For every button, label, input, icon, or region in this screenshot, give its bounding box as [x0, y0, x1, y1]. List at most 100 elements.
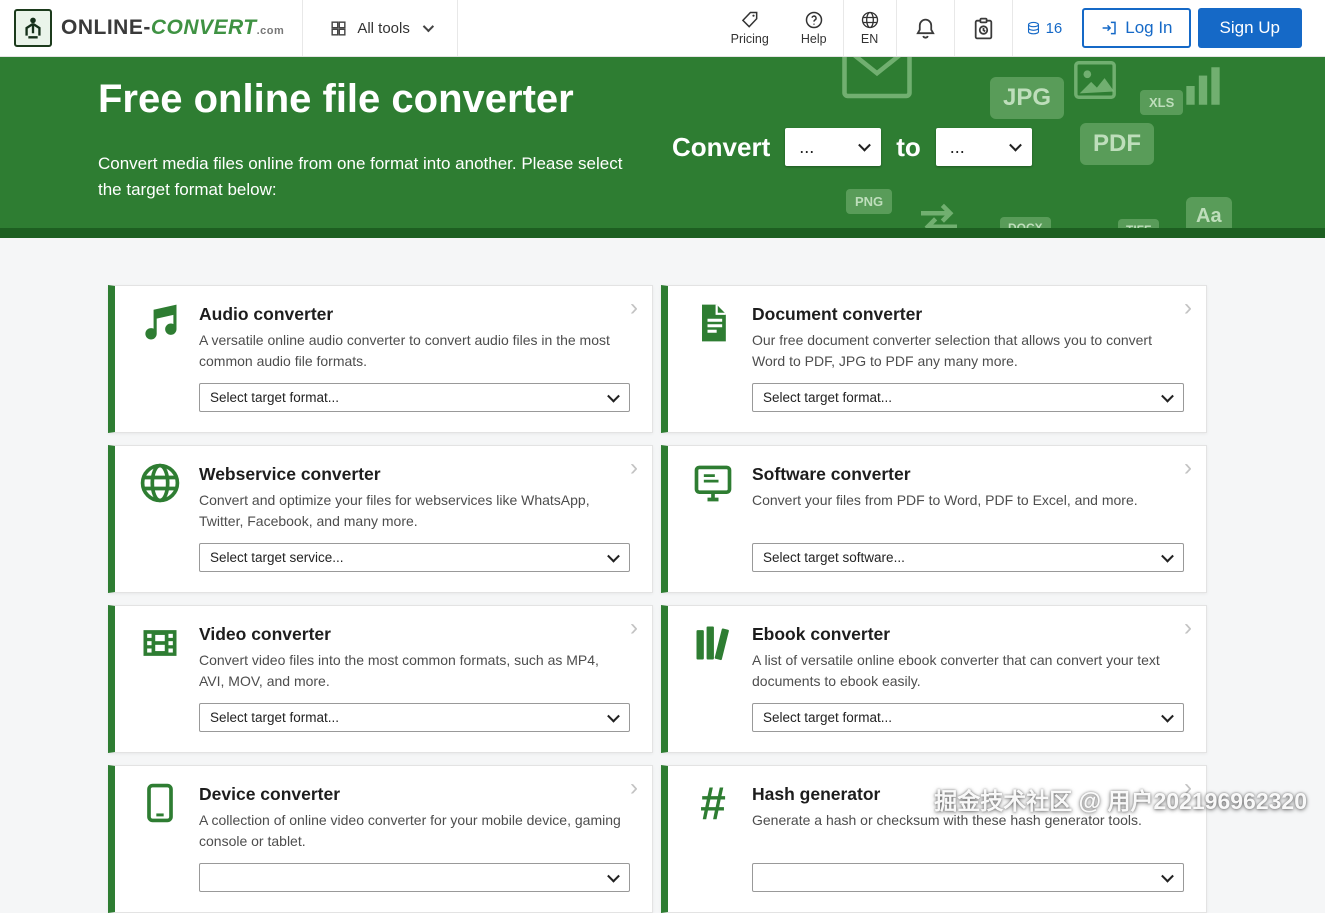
target-select-wrap	[752, 863, 1184, 892]
card-audio-converter: Audio converter A versatile online audio…	[108, 285, 653, 433]
convert-to-select[interactable]: ...	[936, 128, 1032, 166]
target-select-wrap	[199, 863, 630, 892]
all-tools-menu[interactable]: All tools	[302, 0, 458, 56]
price-tag-icon	[740, 10, 760, 30]
software-target-select[interactable]: Select target software...	[752, 543, 1184, 572]
film-icon	[138, 621, 182, 665]
card-description: Generate a hash or checksum with these h…	[752, 810, 1184, 831]
credits-value: 16	[1046, 20, 1063, 37]
card-software-converter: Software converter Convert your files fr…	[661, 445, 1207, 593]
hash-target-select[interactable]	[752, 863, 1184, 892]
chevron-right-icon[interactable]: ›	[1184, 296, 1192, 320]
envelope-icon	[838, 57, 916, 109]
card-hash-generator: # Hash generator Generate a hash or chec…	[661, 765, 1207, 913]
convert-label: Convert	[672, 132, 770, 163]
chevron-right-icon[interactable]: ›	[1184, 776, 1192, 800]
hero-bottom-strip	[0, 228, 1325, 238]
card-document-converter: Document converter Our free document con…	[661, 285, 1207, 433]
card-description: Convert and optimize your files for webs…	[199, 490, 630, 531]
chevron-right-icon[interactable]: ›	[1184, 616, 1192, 640]
logo-mark-icon	[14, 9, 52, 47]
page-subtitle: Convert media files online from one form…	[98, 151, 630, 204]
document-target-format-select[interactable]: Select target format...	[752, 383, 1184, 412]
card-title[interactable]: Audio converter	[199, 304, 630, 325]
card-title[interactable]: Document converter	[752, 304, 1184, 325]
credits-counter[interactable]: 16	[1012, 0, 1075, 56]
image-file-icon	[1072, 57, 1118, 103]
top-header: ONLINE-CONVERT.com All tools Pricing Hel…	[0, 0, 1325, 57]
video-target-format-select[interactable]: Select target format...	[199, 703, 630, 732]
card-description: A collection of online video converter f…	[199, 810, 630, 851]
all-tools-label: All tools	[357, 20, 410, 37]
converter-grid: Audio converter A versatile online audio…	[108, 285, 1207, 913]
coins-icon	[1025, 20, 1042, 37]
convert-from-select[interactable]: ...	[785, 128, 881, 166]
clipboard-icon	[971, 16, 996, 41]
site-logo[interactable]: ONLINE-CONVERT.com	[0, 0, 302, 56]
chevron-down-icon	[423, 21, 434, 32]
music-note-icon	[138, 301, 182, 345]
card-title[interactable]: Webservice converter	[199, 464, 630, 485]
signup-button[interactable]: Sign Up	[1198, 8, 1302, 48]
convert-to-select-wrap: ...	[936, 128, 1032, 166]
login-label: Log In	[1125, 18, 1172, 38]
audio-target-format-select[interactable]: Select target format...	[199, 383, 630, 412]
login-button[interactable]: Log In	[1082, 8, 1190, 48]
page-title: Free online file converter	[98, 77, 574, 122]
pricing-link[interactable]: Pricing	[715, 0, 785, 56]
jpg-badge: JPG	[990, 77, 1064, 119]
help-label: Help	[801, 32, 827, 46]
card-title[interactable]: Device converter	[199, 784, 630, 805]
notifications-button[interactable]	[896, 0, 954, 56]
login-arrow-icon	[1100, 19, 1118, 37]
card-description: A list of versatile online ebook convert…	[752, 650, 1184, 691]
bell-icon	[913, 16, 938, 41]
target-select-wrap: Select target format...	[199, 703, 630, 732]
target-select-wrap: Select target software...	[752, 543, 1184, 572]
chevron-right-icon[interactable]: ›	[630, 456, 638, 480]
card-video-converter: Video converter Convert video files into…	[108, 605, 653, 753]
hash-icon: #	[691, 781, 735, 825]
card-title[interactable]: Hash generator	[752, 784, 1184, 805]
chevron-right-icon[interactable]: ›	[630, 616, 638, 640]
card-device-converter: Device converter A collection of online …	[108, 765, 653, 913]
target-select-wrap: Select target format...	[752, 703, 1184, 732]
phone-icon	[138, 781, 182, 825]
hero-banner: JPG XLS PDF PNG DOCX TIFF Aa Free online…	[0, 57, 1325, 238]
target-select-wrap: Select target format...	[199, 383, 630, 412]
pricing-label: Pricing	[731, 32, 769, 46]
convert-from-select-wrap: ...	[785, 128, 881, 166]
books-icon	[691, 621, 735, 665]
globe-icon	[138, 461, 182, 505]
card-title[interactable]: Video converter	[199, 624, 630, 645]
language-selector[interactable]: EN	[843, 0, 896, 56]
card-description: Our free document converter selection th…	[752, 330, 1184, 371]
webservice-target-service-select[interactable]: Select target service...	[199, 543, 630, 572]
device-target-select[interactable]	[199, 863, 630, 892]
target-select-wrap: Select target service...	[199, 543, 630, 572]
png-badge: PNG	[846, 189, 892, 214]
quick-convert-bar: Convert ... to ...	[672, 128, 1032, 166]
card-webservice-converter: Webservice converter Convert and optimiz…	[108, 445, 653, 593]
logo-text: ONLINE-CONVERT.com	[61, 16, 284, 40]
to-label: to	[896, 132, 921, 163]
conversion-history-button[interactable]	[954, 0, 1012, 56]
pdf-badge: PDF	[1080, 123, 1154, 165]
chevron-right-icon[interactable]: ›	[630, 776, 638, 800]
target-select-wrap: Select target format...	[752, 383, 1184, 412]
card-ebook-converter: Ebook converter A list of versatile onli…	[661, 605, 1207, 753]
card-description: A versatile online audio converter to co…	[199, 330, 630, 371]
globe-icon	[860, 10, 880, 30]
card-title[interactable]: Software converter	[752, 464, 1184, 485]
language-label: EN	[861, 32, 878, 46]
ebook-target-format-select[interactable]: Select target format...	[752, 703, 1184, 732]
chevron-right-icon[interactable]: ›	[630, 296, 638, 320]
help-link[interactable]: Help	[785, 0, 843, 56]
xls-badge: XLS	[1140, 90, 1183, 115]
card-description: Convert video files into the most common…	[199, 650, 630, 691]
help-icon	[804, 10, 824, 30]
monitor-icon	[691, 461, 735, 505]
chevron-right-icon[interactable]: ›	[1184, 456, 1192, 480]
document-icon	[691, 301, 735, 345]
card-title[interactable]: Ebook converter	[752, 624, 1184, 645]
